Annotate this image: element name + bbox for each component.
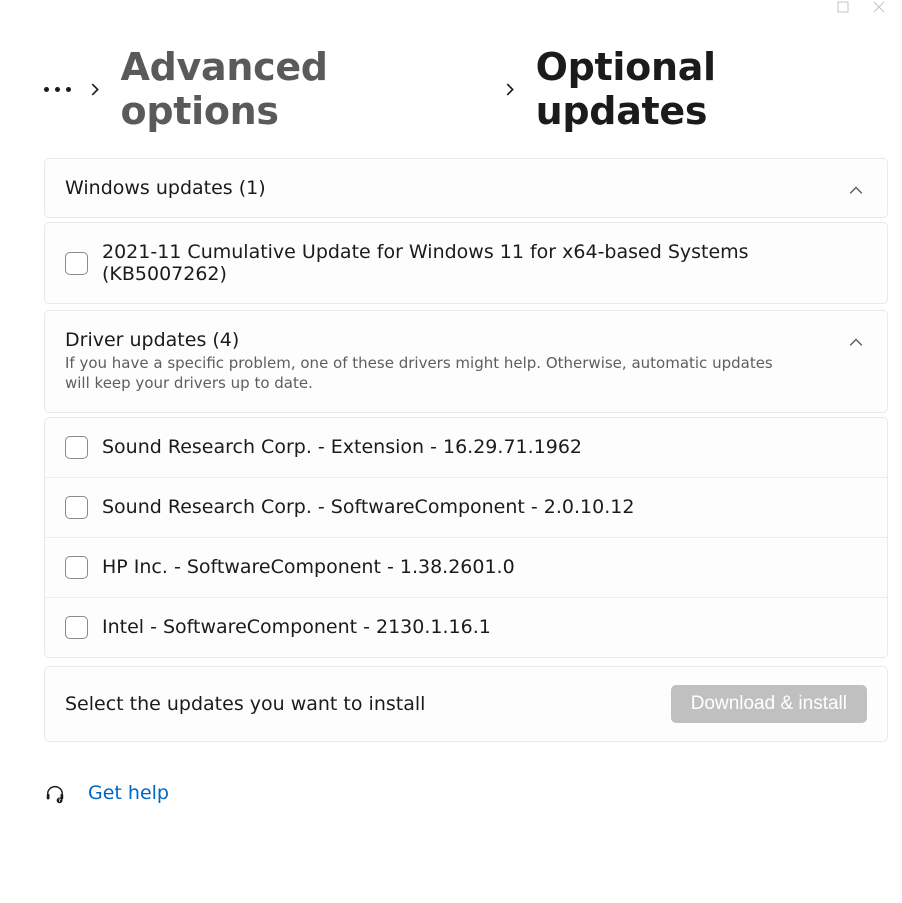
update-item-label: Intel - SoftwareComponent - 2130.1.16.1 [102, 616, 491, 638]
list-item[interactable]: 2021-11 Cumulative Update for Windows 11… [45, 223, 887, 303]
group-driver-updates: Driver updates (4) If you have a specifi… [44, 310, 888, 413]
breadcrumb: Advanced options Optional updates [44, 45, 888, 133]
list-item[interactable]: Sound Research Corp. - SoftwareComponent… [45, 478, 887, 538]
get-help-link[interactable]: Get help [88, 782, 169, 804]
install-hint: Select the updates you want to install [65, 693, 671, 715]
checkbox[interactable] [65, 556, 88, 579]
group-subtitle: If you have a specific problem, one of t… [65, 353, 785, 394]
update-item-label: HP Inc. - SoftwareComponent - 1.38.2601.… [102, 556, 515, 578]
group-title: Windows updates (1) [65, 177, 837, 199]
page-content: Advanced options Optional updates Window… [0, 0, 902, 804]
group-header-driver-updates[interactable]: Driver updates (4) If you have a specifi… [45, 311, 887, 412]
group-header-windows-updates[interactable]: Windows updates (1) [45, 159, 887, 217]
chevron-right-icon [504, 82, 518, 96]
headset-help-icon: ? [44, 782, 66, 804]
list-item[interactable]: Intel - SoftwareComponent - 2130.1.16.1 [45, 598, 887, 657]
chevron-up-icon [849, 335, 865, 351]
checkbox[interactable] [65, 496, 88, 519]
checkbox[interactable] [65, 436, 88, 459]
help-row: ? Get help [44, 742, 888, 804]
install-footer: Select the updates you want to install D… [44, 666, 888, 742]
chevron-right-icon [89, 82, 103, 96]
page-title: Optional updates [536, 45, 888, 133]
group-windows-updates: Windows updates (1) [44, 158, 888, 218]
update-item-label: 2021-11 Cumulative Update for Windows 11… [102, 241, 867, 285]
download-install-button[interactable]: Download & install [671, 685, 867, 723]
group-title: Driver updates (4) [65, 329, 837, 351]
driver-updates-list: Sound Research Corp. - Extension - 16.29… [44, 417, 888, 658]
list-item[interactable]: Sound Research Corp. - Extension - 16.29… [45, 418, 887, 478]
svg-text:?: ? [58, 798, 61, 804]
breadcrumb-link-advanced-options[interactable]: Advanced options [121, 45, 487, 133]
update-item-label: Sound Research Corp. - Extension - 16.29… [102, 436, 582, 458]
update-item-label: Sound Research Corp. - SoftwareComponent… [102, 496, 634, 518]
checkbox[interactable] [65, 252, 88, 275]
list-item[interactable]: HP Inc. - SoftwareComponent - 1.38.2601.… [45, 538, 887, 598]
checkbox[interactable] [65, 616, 88, 639]
ellipsis-icon[interactable] [44, 87, 71, 92]
window-controls [820, 0, 902, 20]
close-icon[interactable] [872, 0, 886, 14]
maximize-icon[interactable] [836, 0, 850, 14]
windows-updates-list: 2021-11 Cumulative Update for Windows 11… [44, 222, 888, 304]
chevron-up-icon [849, 183, 865, 199]
